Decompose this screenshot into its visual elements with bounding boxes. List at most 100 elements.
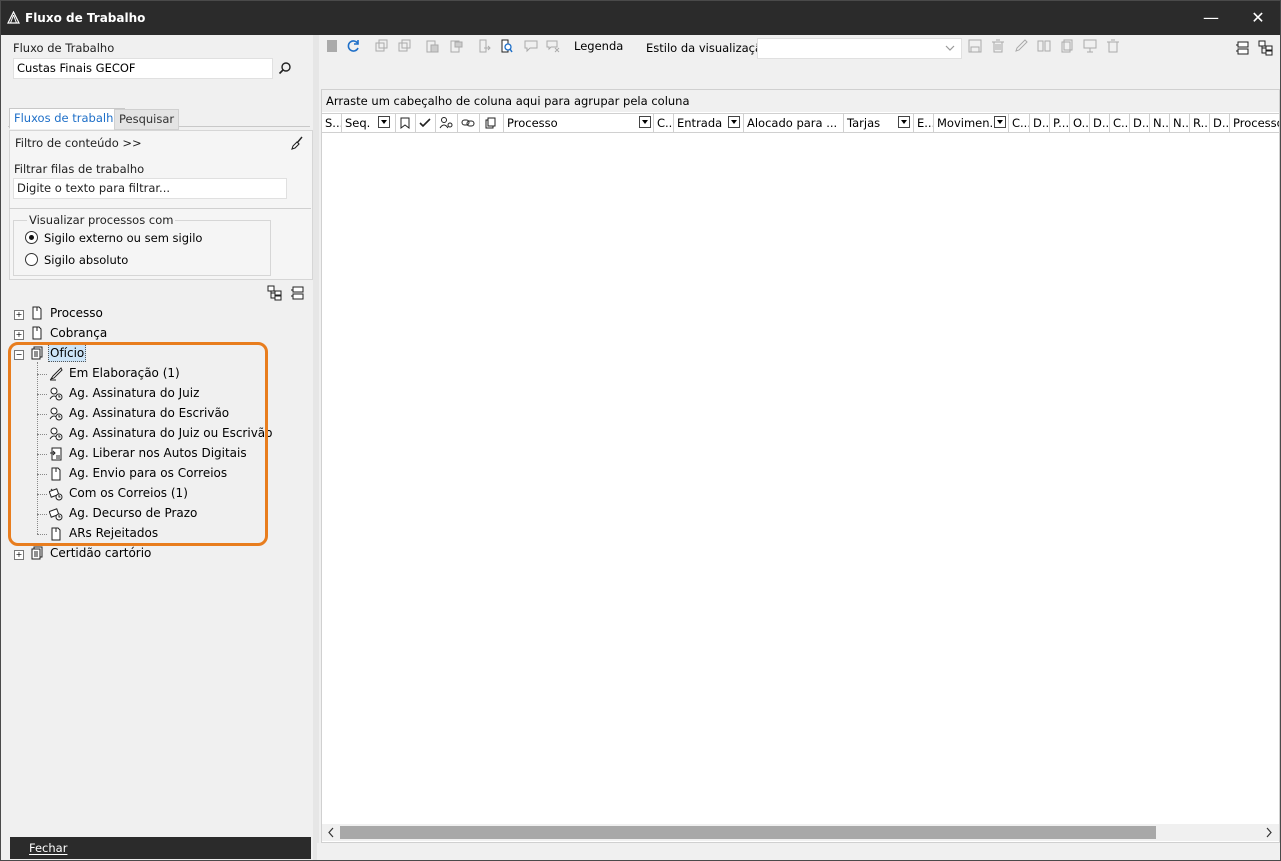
duplicate-style-icon[interactable]	[1060, 39, 1074, 53]
col-entrada-filter[interactable]	[728, 116, 740, 128]
title-bar: Fluxo de Trabalho — ✕	[1, 1, 1280, 35]
scrollbar-thumb[interactable]	[340, 826, 1156, 839]
scroll-right-icon[interactable]	[1264, 826, 1274, 839]
paste-special-icon[interactable]	[449, 39, 463, 53]
process-grid: Arraste um cabeçalho de coluna aqui para…	[321, 89, 1280, 843]
signer-clock-icon	[49, 387, 63, 401]
col-processo-filter[interactable]	[639, 116, 651, 128]
col-c2[interactable]: C...	[1009, 114, 1030, 132]
filter-queues-input[interactable]: Digite o texto para filtrar...	[13, 178, 287, 199]
document-icon	[49, 527, 63, 541]
flow-field[interactable]: Custas Finais GECOF	[13, 58, 273, 79]
tree-node-processo[interactable]: Processo	[50, 304, 103, 322]
col-d2[interactable]: D...	[1090, 114, 1110, 132]
tab-pesquisar[interactable]: Pesquisar	[114, 109, 180, 130]
expand-cobranca-toggle[interactable]: +	[14, 330, 24, 340]
col-link[interactable]	[458, 114, 480, 132]
document-icon	[30, 306, 44, 320]
document-icon	[49, 467, 63, 481]
col-people[interactable]	[436, 114, 458, 132]
col-r[interactable]: R...	[1190, 114, 1210, 132]
tree-child-ag-assinatura-juiz-ou-escrivao[interactable]: Ag. Assinatura do Juiz ou Escrivão	[69, 424, 273, 442]
tree-node-cobranca[interactable]: Cobrança	[50, 324, 107, 342]
col-tarjas-filter[interactable]	[898, 116, 910, 128]
collapse-all-icon[interactable]	[291, 286, 305, 300]
col-processo-2[interactable]: Processo	[1230, 114, 1279, 132]
collapse-oficio-toggle[interactable]: −	[14, 350, 24, 360]
column-header-row: S... Seq. Processo C... Entrada Al	[322, 113, 1279, 133]
col-docs[interactable]	[480, 114, 504, 132]
tree-child-ag-assinatura-juiz[interactable]: Ag. Assinatura do Juiz	[69, 384, 199, 402]
minimize-button[interactable]: —	[1188, 1, 1234, 35]
col-alocado[interactable]: Alocado para ...	[744, 114, 844, 132]
tree-child-ag-liberar-autos[interactable]: Ag. Liberar nos Autos Digitais	[69, 444, 247, 462]
col-bookmark[interactable]	[396, 114, 416, 132]
scroll-left-icon[interactable]	[326, 826, 336, 839]
radio-sigilo-externo[interactable]	[25, 231, 38, 244]
radio-sigilo-externo-label[interactable]: Sigilo externo ou sem sigilo	[44, 231, 202, 245]
move-document-icon[interactable]	[477, 39, 491, 53]
bookmark-icon[interactable]	[325, 39, 339, 53]
tree-child-ag-assinatura-escrivao[interactable]: Ag. Assinatura do Escrivão	[69, 404, 229, 422]
search-icon[interactable]	[278, 61, 292, 75]
col-c1[interactable]: C...	[654, 114, 674, 132]
tree-node-oficio[interactable]: Ofício	[48, 344, 87, 362]
col-c3[interactable]: C...	[1110, 114, 1130, 132]
people-col-icon	[439, 117, 453, 129]
group-by-bar[interactable]: Arraste um cabeçalho de coluna aqui para…	[322, 90, 1279, 112]
col-seq-filter[interactable]	[378, 116, 390, 128]
close-button[interactable]: Fechar	[10, 837, 311, 859]
legend-button[interactable]: Legenda	[574, 39, 623, 53]
filter-content-toggle[interactable]: Filtro de conteúdo >>	[15, 136, 142, 150]
col-n2[interactable]: N...	[1170, 114, 1190, 132]
tree-connector	[37, 534, 47, 535]
col-processo[interactable]: Processo	[504, 114, 654, 132]
refresh-icon[interactable]	[347, 39, 361, 53]
tree-node-certidao-cartorio[interactable]: Certidão cartório	[50, 544, 151, 562]
view-style-select[interactable]	[757, 38, 962, 59]
comment-icon[interactable]	[524, 39, 538, 53]
tree-child-ag-decurso-prazo[interactable]: Ag. Decurso de Prazo	[69, 504, 197, 522]
tree-child-com-os-correios[interactable]: Com os Correios (1)	[69, 484, 188, 502]
collapse-rows-icon[interactable]	[1236, 41, 1250, 55]
clear-filter-brush-icon[interactable]	[290, 136, 304, 150]
radio-sigilo-absoluto[interactable]	[25, 253, 38, 266]
delete-comment-icon[interactable]	[546, 39, 560, 53]
expand-certidao-toggle[interactable]: +	[14, 550, 24, 560]
col-check[interactable]	[416, 114, 436, 132]
tree-child-ag-envio-correios[interactable]: Ag. Envio para os Correios	[69, 464, 227, 482]
expand-rows-icon[interactable]	[1258, 40, 1274, 56]
col-n1[interactable]: N...	[1150, 114, 1170, 132]
radio-sigilo-absoluto-label[interactable]: Sigilo absoluto	[44, 253, 128, 267]
bookmark-col-icon	[400, 117, 410, 129]
tab-fluxos-de-trabalho[interactable]: Fluxos de trabalho	[9, 108, 126, 129]
trash-style-icon[interactable]	[991, 39, 1005, 53]
expand-processo-toggle[interactable]: +	[14, 310, 24, 320]
close-window-button[interactable]: ✕	[1235, 1, 1280, 35]
group-by-hint: Arraste um cabeçalho de coluna aqui para…	[326, 94, 690, 108]
search-document-icon[interactable]	[499, 39, 513, 53]
chevron-down-icon	[944, 42, 956, 54]
col-d1[interactable]: D...	[1030, 114, 1050, 132]
columns-style-icon[interactable]	[1037, 39, 1051, 53]
col-p[interactable]: P...	[1050, 114, 1070, 132]
copy-icon[interactable]	[398, 39, 412, 53]
col-e[interactable]: E...	[914, 114, 934, 132]
col-movimento-filter[interactable]	[994, 116, 1006, 128]
export-style-icon[interactable]	[1083, 39, 1097, 53]
copy-check-icon[interactable]	[375, 39, 389, 53]
paste-icon[interactable]	[425, 39, 439, 53]
delete-style-icon[interactable]	[1106, 39, 1120, 53]
save-style-icon[interactable]	[968, 39, 982, 53]
col-d4[interactable]: D...	[1210, 114, 1230, 132]
tree-child-ars-rejeitados[interactable]: ARs Rejeitados	[69, 524, 158, 542]
col-o[interactable]: O...	[1070, 114, 1090, 132]
tree-child-em-elaboracao[interactable]: Em Elaboração (1)	[69, 364, 180, 382]
pane-splitter[interactable]	[313, 35, 319, 860]
col-s[interactable]: S...	[322, 114, 342, 132]
col-d3[interactable]: D...	[1130, 114, 1150, 132]
edit-style-icon[interactable]	[1014, 39, 1028, 53]
signer-clock-icon	[49, 407, 63, 421]
expand-all-icon[interactable]	[267, 285, 283, 301]
horizontal-scrollbar[interactable]	[322, 824, 1279, 841]
